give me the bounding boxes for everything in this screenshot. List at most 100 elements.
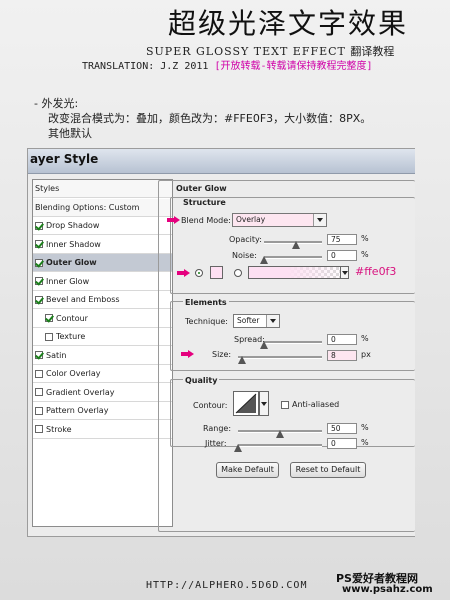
style-item-label: Stroke bbox=[46, 424, 72, 434]
style-checkbox[interactable] bbox=[35, 369, 43, 378]
style-item-label: Color Overlay bbox=[46, 369, 101, 378]
style-checkbox[interactable] bbox=[35, 240, 43, 248]
style-item-inner-glow[interactable]: Inner Glow bbox=[33, 273, 172, 291]
style-item-inner-shadow[interactable]: Inner Shadow bbox=[33, 236, 172, 254]
style-checkbox[interactable] bbox=[35, 221, 43, 230]
color-radio[interactable] bbox=[195, 269, 203, 277]
contour-linear-icon bbox=[235, 393, 257, 414]
size-slider-track[interactable] bbox=[238, 356, 322, 359]
style-item-label: Satin bbox=[46, 350, 67, 360]
opacity-field[interactable]: 75 bbox=[327, 234, 357, 245]
style-checkbox[interactable] bbox=[35, 388, 43, 396]
noise-slider-track[interactable] bbox=[264, 256, 322, 259]
size-unit: px bbox=[361, 350, 371, 359]
structure-title: Structure bbox=[183, 198, 226, 207]
blend-mode-value: Overlay bbox=[236, 215, 266, 224]
technique-label: Technique: bbox=[185, 317, 228, 326]
style-item-label: Pattern Overlay bbox=[46, 406, 109, 415]
elements-title: Elements bbox=[183, 298, 229, 307]
spread-field[interactable]: 0 bbox=[327, 334, 357, 345]
jitter-unit: % bbox=[361, 438, 369, 447]
styles-list: Styles Blending Options: Custom Drop Shado… bbox=[32, 179, 173, 527]
style-item-label: Blending Options: Custom bbox=[35, 202, 140, 212]
chevron-down-icon-2 bbox=[342, 271, 348, 275]
jitter-field[interactable]: 0 bbox=[327, 438, 357, 449]
anti-aliased-label: Anti-aliased bbox=[292, 400, 340, 409]
quality-title: Quality bbox=[183, 376, 220, 385]
noise-label: Noise: bbox=[232, 251, 257, 260]
style-checkbox[interactable] bbox=[35, 277, 43, 285]
opacity-unit: % bbox=[361, 234, 369, 243]
spread-slider-track[interactable] bbox=[264, 341, 322, 344]
style-item-styles[interactable]: Styles bbox=[33, 180, 172, 198]
style-item-label: Gradient Overlay bbox=[46, 387, 115, 397]
anti-aliased-option[interactable]: Anti-aliased bbox=[281, 400, 339, 409]
style-checkbox[interactable] bbox=[35, 406, 43, 415]
style-item-label: Bevel and Emboss bbox=[46, 295, 120, 304]
jitter-slider-track[interactable] bbox=[238, 444, 322, 447]
technique-value: Softer bbox=[237, 316, 260, 325]
contour-dropdown[interactable] bbox=[259, 391, 269, 416]
elements-group bbox=[170, 301, 415, 371]
style-item-color-overlay[interactable]: Color Overlay bbox=[33, 365, 172, 383]
style-checkbox[interactable] bbox=[45, 314, 53, 322]
quality-group bbox=[170, 379, 415, 447]
style-item-texture[interactable]: Texture bbox=[33, 328, 172, 346]
spread-slider-thumb[interactable] bbox=[260, 341, 268, 349]
gradient-dropdown[interactable] bbox=[340, 266, 349, 279]
dialog-titlebar[interactable]: ayer Style bbox=[28, 149, 415, 174]
style-item-satin[interactable]: Satin bbox=[33, 347, 172, 365]
opacity-slider-thumb[interactable] bbox=[292, 241, 300, 249]
pointer-arrow-icon-2 bbox=[177, 269, 190, 277]
jitter-slider-thumb[interactable] bbox=[234, 444, 242, 452]
gradient-radio[interactable] bbox=[234, 269, 242, 277]
glow-color-swatch[interactable] bbox=[210, 266, 223, 279]
size-slider-thumb[interactable] bbox=[238, 356, 246, 364]
color-annotation: #ffe0f3 bbox=[355, 265, 397, 278]
reset-to-default-button[interactable]: Reset to Default bbox=[290, 462, 366, 478]
chevron-down-icon bbox=[313, 214, 326, 226]
style-item-outer-glow[interactable]: Outer Glow bbox=[33, 254, 172, 272]
size-field[interactable]: 8 bbox=[327, 350, 357, 361]
translation-line: TRANSLATION: J.Z 2011 [开放转载-转载请保持教程完整度] bbox=[82, 57, 373, 72]
style-checkbox[interactable] bbox=[35, 351, 43, 359]
style-item-contour[interactable]: Contour bbox=[33, 310, 172, 328]
size-label: Size: bbox=[212, 350, 232, 359]
reprint-notice: [开放转载-转载请保持教程完整度] bbox=[214, 61, 373, 72]
style-item-stroke[interactable]: Stroke bbox=[33, 421, 172, 439]
instruction-note: - 外发光: 改变混合模式为：叠加，颜色改为：#FFE0F3，大小数值：8PX。… bbox=[34, 96, 371, 141]
outer-glow-title: Outer Glow bbox=[176, 184, 227, 193]
style-item-bevel-and-emboss[interactable]: Bevel and Emboss bbox=[33, 291, 172, 309]
jitter-label: Jitter: bbox=[205, 439, 227, 448]
style-item-pattern-overlay[interactable]: Pattern Overlay bbox=[33, 402, 172, 420]
range-field[interactable]: 50 bbox=[327, 423, 357, 434]
style-item-blending-options-custom[interactable]: Blending Options: Custom bbox=[33, 198, 172, 217]
style-item-label: Drop Shadow bbox=[46, 221, 100, 230]
gradient-picker[interactable] bbox=[248, 266, 346, 279]
anti-aliased-checkbox[interactable] bbox=[281, 400, 289, 409]
style-checkbox[interactable] bbox=[45, 332, 53, 341]
style-item-drop-shadow[interactable]: Drop Shadow bbox=[33, 217, 172, 235]
technique-select[interactable]: Softer bbox=[233, 314, 280, 328]
style-item-label: Contour bbox=[56, 313, 88, 323]
layer-style-dialog: ayer Style Styles Blending Options: Custo… bbox=[27, 148, 415, 537]
style-checkbox[interactable] bbox=[35, 295, 43, 304]
chevron-down-icon-3 bbox=[266, 315, 279, 327]
style-checkbox[interactable] bbox=[35, 258, 43, 267]
noise-slider-thumb[interactable] bbox=[260, 256, 268, 264]
pointer-arrow-icon bbox=[167, 216, 180, 224]
contour-picker[interactable] bbox=[233, 391, 259, 416]
blend-mode-select[interactable]: Overlay bbox=[232, 213, 327, 227]
dialog-title: ayer Style bbox=[30, 152, 99, 166]
footer-url: HTTP://ALPHERO.5D6D.COM bbox=[146, 580, 308, 591]
noise-field[interactable]: 0 bbox=[327, 250, 357, 261]
style-checkbox[interactable] bbox=[35, 425, 43, 433]
blend-mode-label: Blend Mode: bbox=[181, 216, 231, 225]
style-item-gradient-overlay[interactable]: Gradient Overlay bbox=[33, 384, 172, 402]
make-default-button[interactable]: Make Default bbox=[216, 462, 279, 478]
style-item-label: Inner Shadow bbox=[46, 239, 101, 249]
range-slider-thumb[interactable] bbox=[276, 430, 284, 438]
pointer-arrow-icon-3 bbox=[181, 350, 194, 358]
translation-year: 2011 bbox=[184, 61, 209, 72]
chevron-down-icon-4 bbox=[261, 402, 267, 406]
